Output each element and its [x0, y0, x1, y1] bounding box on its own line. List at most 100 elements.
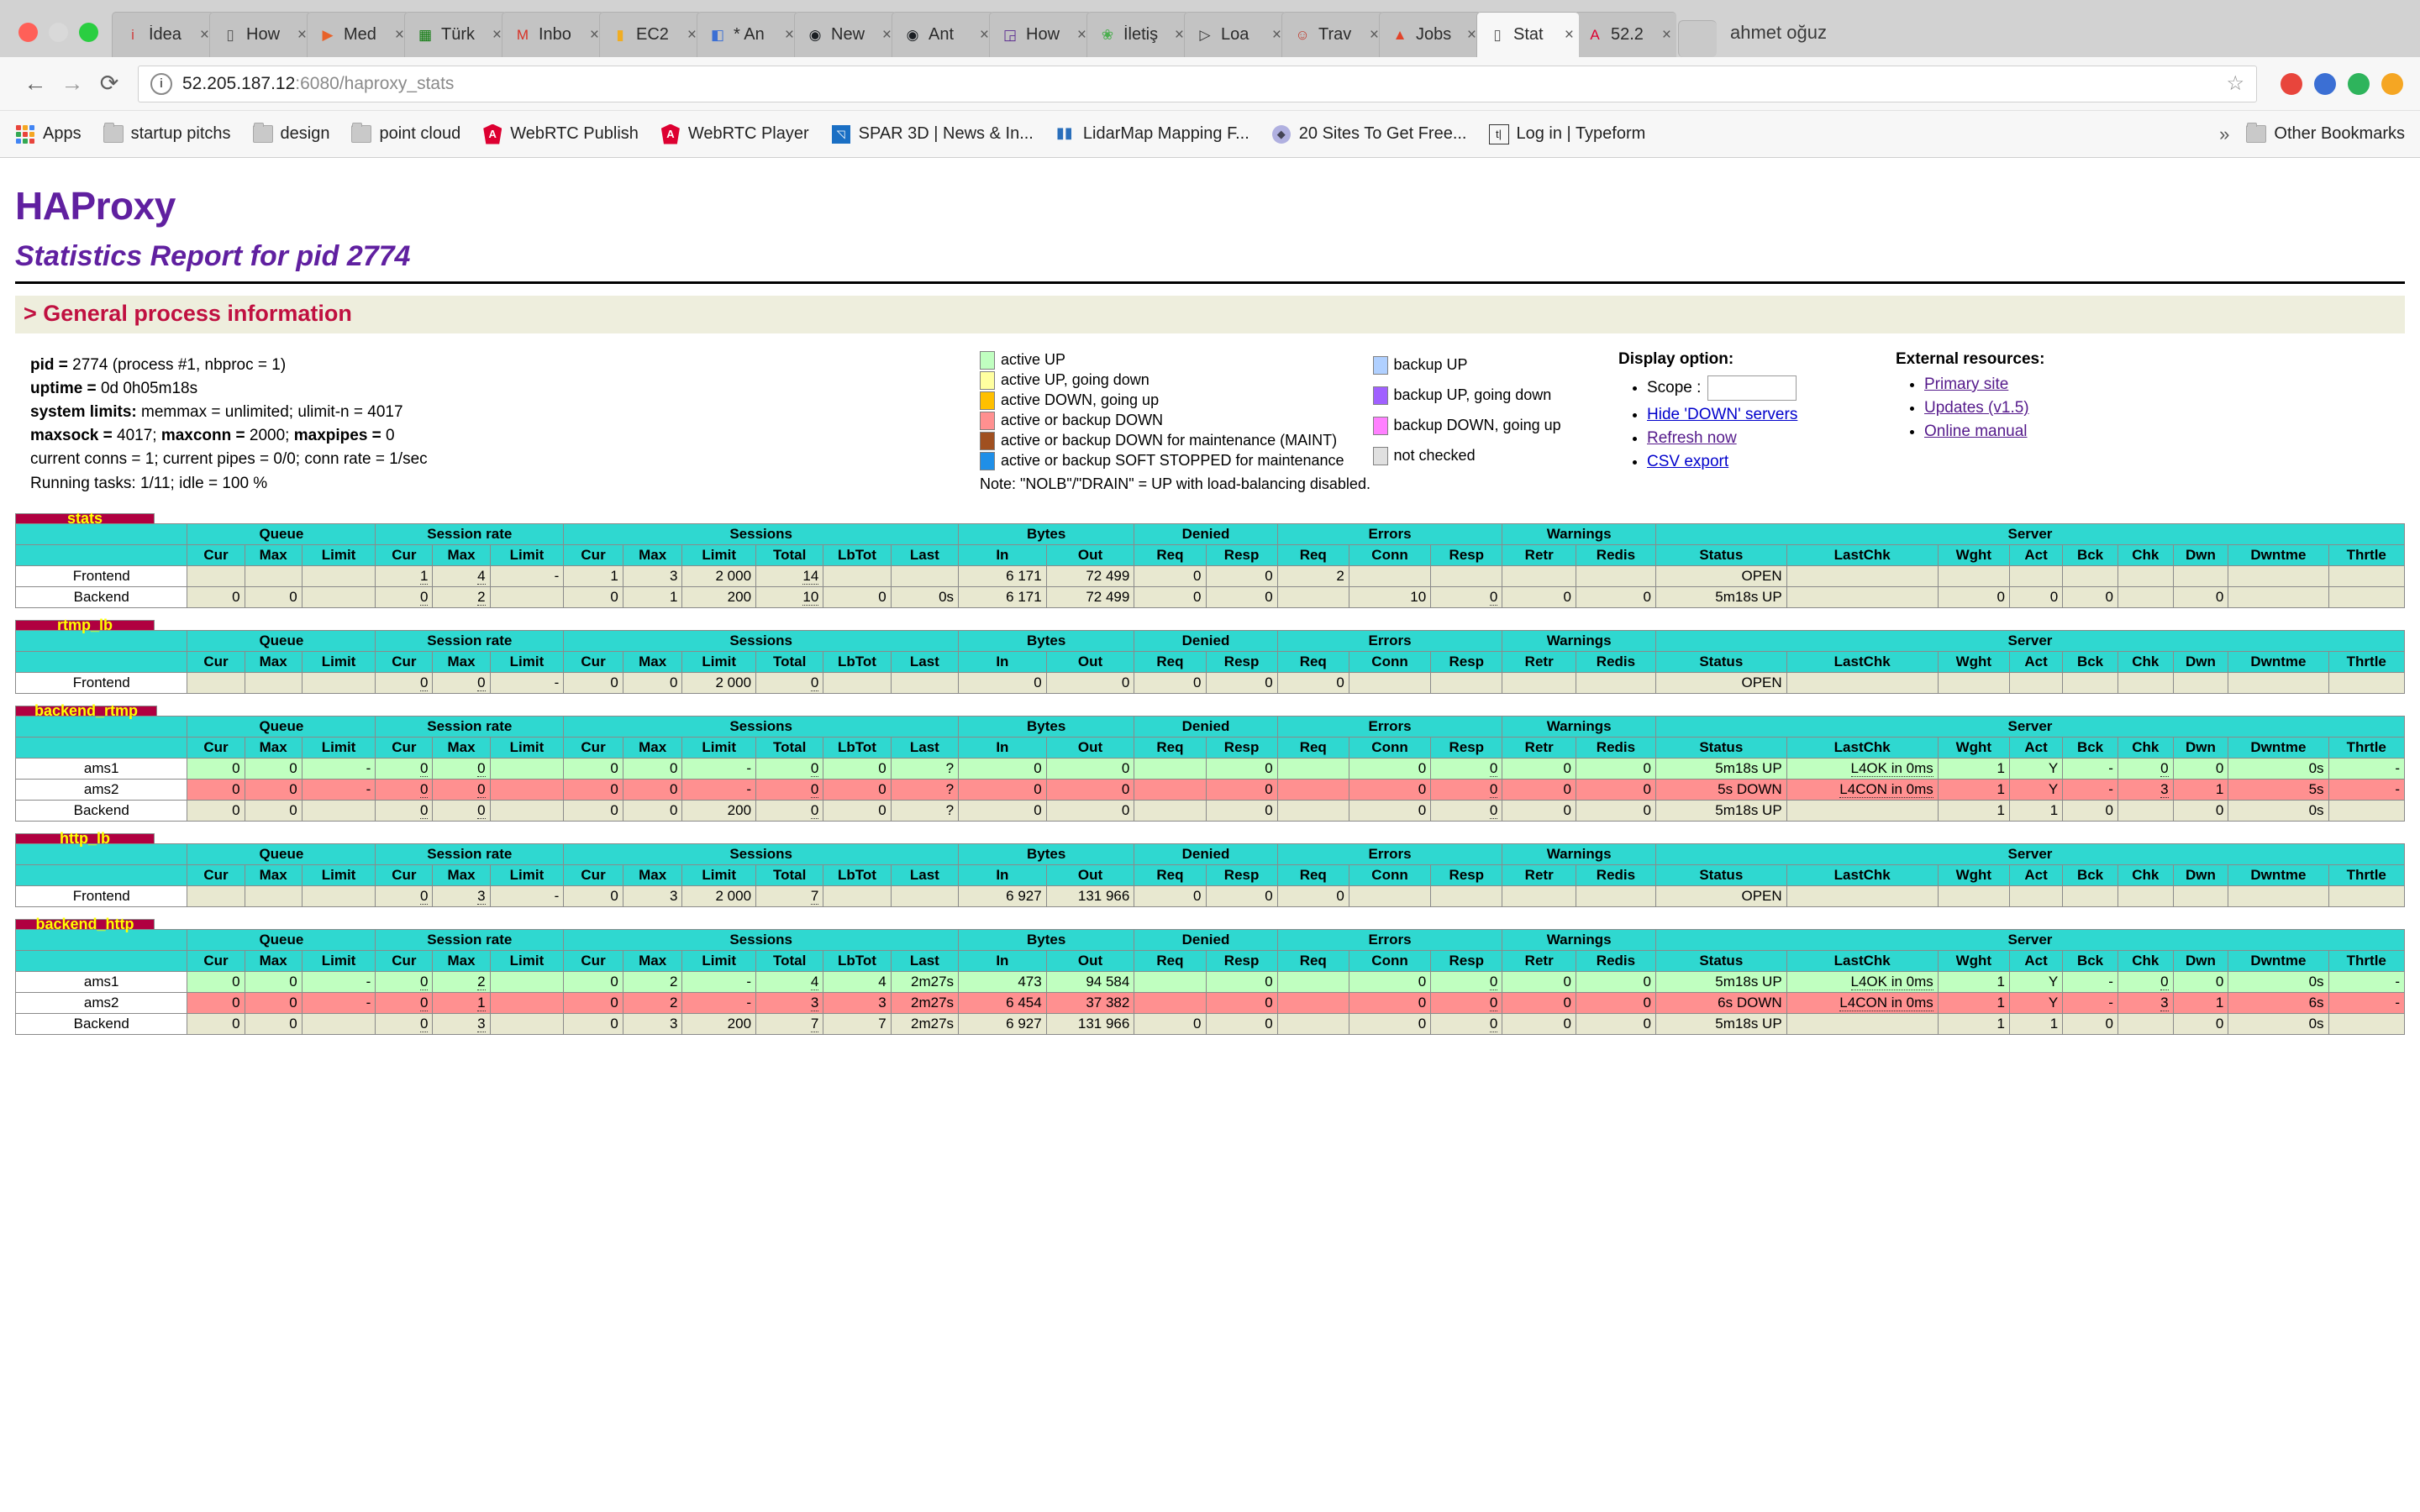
column-header[interactable]: LastChk — [1786, 737, 1939, 759]
table-row[interactable]: ams2 0 0-0 1 0 2-3 3 2m27s 6 454 37 382 0 0 0 0 0 6s DO… — [14, 992, 2406, 1014]
cell-value-tooltip[interactable]: 0 — [420, 802, 429, 819]
bookmark-item[interactable]: ▮▮ LidarMap Mapping F... — [1055, 124, 1249, 144]
refresh-now-item[interactable]: Refresh now — [1647, 429, 1896, 448]
address-bar[interactable]: i 52.205.187.12 :6080/haproxy_stats ☆ — [138, 65, 2257, 102]
column-header[interactable]: Total — [755, 544, 824, 566]
bookmarks-overflow-icon[interactable]: » — [2219, 123, 2229, 145]
table-row[interactable]: Backend 0 0 0 3 0 3 200 7 7 2m27s 6 927 131 966 0 0 0 0 0… — [14, 1013, 2406, 1035]
column-header[interactable]: Resp — [1205, 651, 1278, 673]
column-header[interactable]: Dwn — [2172, 544, 2229, 566]
column-header[interactable]: Resp — [1430, 737, 1503, 759]
cell-value-tooltip[interactable]: 0 — [1489, 974, 1498, 990]
column-header[interactable]: Limit — [301, 651, 376, 673]
column-header[interactable]: Redis — [1575, 950, 1656, 972]
cell-value-tooltip[interactable]: 0 — [420, 675, 429, 691]
column-header[interactable]: Bck — [2062, 950, 2118, 972]
proxy-name[interactable]: rtmp_lb — [15, 617, 155, 633]
site-info-icon[interactable]: i — [150, 72, 172, 95]
cell-value-check[interactable]: L4OK in 0ms — [1850, 974, 1933, 990]
column-header[interactable]: Cur — [187, 864, 245, 886]
column-header[interactable]: Status — [1655, 651, 1787, 673]
table-row[interactable]: ams1 0 0-0 0 0 0-0 0? 0 0 0 0 0 0 0 5m18s UP L4OK in 0m… — [14, 758, 2406, 780]
column-header[interactable]: Chk — [2117, 544, 2174, 566]
column-header[interactable]: Chk — [2117, 950, 2174, 972]
cell-value-check[interactable]: L4OK in 0ms — [1850, 760, 1933, 777]
column-header[interactable]: Cur — [563, 651, 623, 673]
cell-value-tooltip[interactable]: 0 — [477, 675, 486, 691]
cell-value-tooltip[interactable]: 0 — [1489, 995, 1498, 1011]
column-header[interactable]: Status — [1655, 544, 1787, 566]
column-header[interactable]: Out — [1045, 950, 1135, 972]
column-header[interactable]: Act — [2008, 651, 2064, 673]
extension-icon-red[interactable] — [2281, 72, 2302, 95]
cell-value-tooltip[interactable]: 0 — [2160, 974, 2169, 990]
column-header[interactable]: Status — [1655, 864, 1787, 886]
column-header[interactable]: Retr — [1502, 544, 1576, 566]
cell-value-tooltip[interactable]: 0 — [1489, 802, 1498, 819]
column-header[interactable]: Thrtle — [2328, 864, 2406, 886]
column-header[interactable]: Conn — [1348, 651, 1432, 673]
cell-value-tooltip[interactable]: 2 — [477, 589, 486, 606]
column-header[interactable]: Cur — [187, 544, 245, 566]
cell-value-check[interactable]: L4CON in 0ms — [1839, 781, 1933, 798]
column-header[interactable]: Req — [1276, 651, 1349, 673]
column-header[interactable]: Cur — [375, 950, 434, 972]
column-header[interactable]: Chk — [2117, 737, 2174, 759]
proxy-name[interactable]: backend_rtmp — [15, 703, 158, 718]
column-header[interactable]: Conn — [1348, 544, 1432, 566]
tab-close-icon[interactable]: × — [1565, 26, 1574, 45]
cell-value-tooltip[interactable]: 10 — [802, 589, 819, 606]
column-header[interactable]: Dwntme — [2228, 950, 2329, 972]
bookmark-item[interactable]: design — [252, 123, 329, 144]
cell-value-tooltip[interactable]: 0 — [420, 781, 429, 798]
table-row[interactable]: Backend 0 0 0 2 0 1 200 10 0 0s 6 171 72 499 0 0 10 0 0 0 5… — [14, 586, 2406, 608]
column-header[interactable]: Cur — [563, 737, 623, 759]
column-header[interactable]: Status — [1655, 737, 1787, 759]
column-header[interactable]: Max — [432, 737, 491, 759]
column-header[interactable]: Resp — [1205, 737, 1278, 759]
column-header[interactable]: Max — [622, 864, 683, 886]
column-header[interactable]: Max — [432, 864, 491, 886]
column-header[interactable]: In — [958, 950, 1047, 972]
column-header[interactable]: Cur — [375, 864, 434, 886]
column-header[interactable]: Act — [2008, 544, 2064, 566]
column-header[interactable]: Retr — [1502, 950, 1576, 972]
browser-tab[interactable]: ❀ İletiş × — [1086, 12, 1189, 57]
online-manual-link[interactable]: Online manual — [1924, 423, 2028, 440]
table-row[interactable]: ams1 0 0-0 2 0 2-4 4 2m27s 473 94 584 0 0 0 0 0 5m18s U… — [14, 971, 2406, 993]
column-header[interactable]: Max — [244, 950, 302, 972]
tab-close-icon[interactable]: × — [980, 26, 989, 45]
primary-site-item[interactable]: Primary site — [1924, 375, 2207, 394]
column-header[interactable]: Req — [1276, 950, 1349, 972]
cell-value-tooltip[interactable]: 1 — [420, 568, 429, 585]
cell-value-tooltip[interactable]: 0 — [477, 781, 486, 798]
column-header[interactable]: Act — [2008, 950, 2064, 972]
browser-tab[interactable]: ◉ New × — [794, 12, 897, 57]
chrome-menu-icon[interactable] — [2381, 72, 2403, 95]
column-header[interactable]: Max — [432, 950, 491, 972]
column-header[interactable]: Resp — [1430, 864, 1503, 886]
updates-link[interactable]: Updates (v1.5) — [1924, 399, 2029, 417]
bookmark-star-icon[interactable]: ☆ — [2226, 71, 2244, 96]
tab-close-icon[interactable]: × — [785, 26, 794, 45]
column-header[interactable]: LbTot — [823, 737, 892, 759]
column-header[interactable]: Max — [244, 651, 302, 673]
minimize-window-button[interactable] — [49, 23, 68, 42]
table-row[interactable]: ams2 0 0-0 0 0 0-0 0? 0 0 0 0 0 0 0 5s DOWN L4CON in 0m… — [14, 779, 2406, 801]
bookmark-item[interactable]: point cloud — [351, 123, 460, 144]
tab-close-icon[interactable]: × — [1077, 26, 1086, 45]
back-button[interactable]: ← — [17, 66, 54, 102]
column-header[interactable]: Last — [890, 950, 960, 972]
column-header[interactable]: Limit — [489, 737, 565, 759]
extension-icon-blue[interactable] — [2314, 72, 2336, 95]
updates-item[interactable]: Updates (v1.5) — [1924, 399, 2207, 417]
cell-value-tooltip[interactable]: 7 — [810, 1016, 819, 1032]
csv-export-link[interactable]: CSV export — [1647, 453, 1728, 470]
browser-tab[interactable]: ◉ Ant × — [892, 12, 994, 57]
browser-tab[interactable]: M Inbo × — [502, 12, 604, 57]
column-header[interactable]: Out — [1045, 864, 1135, 886]
column-header[interactable]: Max — [244, 864, 302, 886]
browser-tab[interactable]: ◧ * An × — [697, 12, 799, 57]
scope-input[interactable] — [1707, 375, 1797, 401]
column-header[interactable]: Cur — [187, 950, 245, 972]
